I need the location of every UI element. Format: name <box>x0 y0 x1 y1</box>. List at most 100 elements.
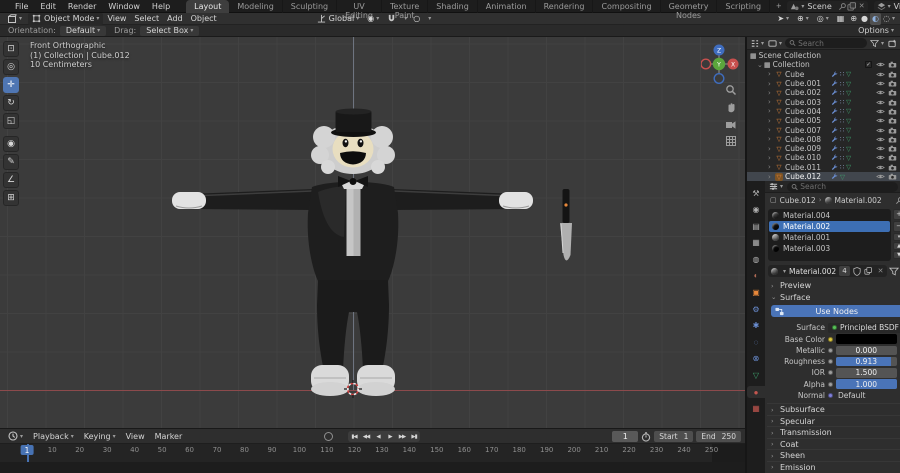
hide-eye-icon[interactable] <box>876 154 885 161</box>
properties-tab-material[interactable]: ● <box>747 386 765 399</box>
material-slot-Material.001[interactable]: Material.001 <box>769 232 890 243</box>
collapsed-panel-header[interactable]: › Emission <box>767 460 900 473</box>
mesh-data-icon[interactable]: ▽ <box>846 163 851 171</box>
properties-tab-modifiers[interactable]: ⚙ <box>747 303 765 315</box>
modifier-wrench-icon[interactable] <box>831 80 838 87</box>
properties-tab-object[interactable]: ▣ <box>747 287 765 299</box>
geometry-nodes-icon[interactable]: ∷ <box>840 135 844 143</box>
chevron-down-icon[interactable]: ▾ <box>801 3 804 10</box>
modifier-wrench-icon[interactable] <box>831 136 838 143</box>
outliner-editor-type-button[interactable]: ▾ <box>749 39 765 48</box>
auto-keyframe-toggle[interactable] <box>324 432 333 441</box>
user-count-button[interactable]: 4 <box>839 266 850 276</box>
modifier-wrench-icon[interactable] <box>831 127 838 134</box>
shading-rendered-button[interactable]: ◌ ▾ <box>881 13 897 25</box>
tool-button-tweak-select[interactable]: ⊡ <box>3 41 19 57</box>
disable-render-camera-icon[interactable] <box>888 117 897 124</box>
timeline-ruler[interactable]: 1 10 20 30 40 50 60 70 80 90 100 110 120 130 140 150 16… <box>0 444 745 462</box>
shader-selector[interactable]: Principled BSDF <box>828 323 900 333</box>
outliner-object-Cube.003[interactable]: › ▽ Cube.003 ∷ ▽ <box>747 97 900 107</box>
options-dropdown[interactable]: Options ▾ <box>858 26 894 35</box>
material-slot-Material.002[interactable]: Material.002 <box>769 221 890 232</box>
modifier-wrench-icon[interactable] <box>831 108 838 115</box>
outliner-object-Cube.007[interactable]: › ▽ Cube.007 ∷ ▽ <box>747 125 900 135</box>
disable-render-camera-icon[interactable] <box>888 108 897 115</box>
add-slot-button[interactable]: + <box>893 209 900 220</box>
menubar-item[interactable]: Render <box>62 2 102 11</box>
timeline-menu[interactable]: Keying ▾ <box>79 432 121 441</box>
remove-slot-button[interactable]: − <box>893 221 900 232</box>
tool-button-measure[interactable]: ∠ <box>3 172 19 188</box>
filter-button[interactable]: ▾ <box>869 39 885 48</box>
disable-render-camera-icon[interactable] <box>888 154 897 161</box>
timeline-menu[interactable]: Playback ▾ <box>28 432 79 441</box>
collection-row[interactable]: ⌄ ▦ Collection ✓ <box>747 60 900 69</box>
outliner-object-Cube[interactable]: › ▽ Cube ∷ ▽ <box>747 70 900 79</box>
collapsed-panel-header[interactable]: › Coat <box>767 437 900 450</box>
camera-view-button[interactable] <box>725 117 738 130</box>
mesh-data-icon[interactable]: ▽ <box>846 145 851 153</box>
mesh-data-icon[interactable]: ▽ <box>846 70 851 78</box>
value-field[interactable]: 1.500 <box>836 368 897 378</box>
transport-jump-to-end[interactable]: ▶▮ <box>408 431 420 442</box>
surface-panel-header[interactable]: ⌄ Surface <box>767 292 900 304</box>
geometry-nodes-icon[interactable]: ∷ <box>840 126 844 134</box>
mesh-data-icon[interactable]: ▽ <box>846 135 851 143</box>
disable-render-camera-icon[interactable] <box>888 61 897 68</box>
transport-jump-to-start[interactable]: ▮◀ <box>348 431 360 442</box>
use-nodes-button[interactable]: Use Nodes <box>771 305 900 317</box>
disable-render-camera-icon[interactable] <box>888 127 897 134</box>
properties-tab-physics[interactable]: ◌ <box>747 336 765 348</box>
hide-eye-icon[interactable] <box>876 108 885 115</box>
snap-toggle[interactable] <box>383 13 400 25</box>
transport-next-keyframe[interactable]: ▶▶ <box>396 431 408 442</box>
timeline-menu[interactable]: Marker <box>150 432 188 441</box>
disable-render-camera-icon[interactable] <box>888 80 897 87</box>
end-frame-field[interactable]: End 250 <box>696 431 741 442</box>
properties-tab-view-layer[interactable]: ▦ <box>747 237 765 249</box>
tool-button-cursor[interactable]: ◎ <box>3 59 19 75</box>
menubar-item[interactable]: Window <box>102 2 146 11</box>
workspace-tab[interactable]: Animation <box>478 0 536 13</box>
timeline-editor-type-button[interactable]: ▾ <box>3 431 28 441</box>
mesh-data-icon[interactable]: ▽ <box>840 173 845 181</box>
character-model[interactable] <box>172 108 533 397</box>
show-overlays-dropdown[interactable]: ◎ ▾ <box>813 13 833 25</box>
geometry-nodes-icon[interactable]: ∷ <box>840 145 844 153</box>
properties-tab-tool[interactable]: ⚒ <box>747 187 765 199</box>
hide-eye-icon[interactable] <box>876 136 885 143</box>
proportional-falloff-dropdown[interactable]: ▾ <box>424 13 433 25</box>
pivot-point-selector[interactable]: ◉ ▾ <box>363 13 383 25</box>
mesh-data-icon[interactable]: ▽ <box>846 98 851 106</box>
viewport-menu[interactable]: View <box>103 13 130 25</box>
slot-specials-button[interactable]: ▾ <box>893 233 900 241</box>
editor-type-button[interactable]: ▾ <box>3 13 26 25</box>
geometry-nodes-icon[interactable]: ∷ <box>840 89 844 97</box>
zoom-view-button[interactable] <box>725 83 738 96</box>
disable-render-camera-icon[interactable] <box>888 164 897 171</box>
collection-checkbox[interactable]: ✓ <box>865 61 872 69</box>
toggle-xray-button[interactable]: ▦ <box>833 13 849 25</box>
viewport-menu[interactable]: Object <box>187 13 221 25</box>
mesh-data-icon[interactable]: ▽ <box>846 126 851 134</box>
view-navigation-gizmo[interactable]: Z Y X <box>701 41 741 85</box>
hide-eye-icon[interactable] <box>876 173 885 180</box>
hide-eye-icon[interactable] <box>876 99 885 106</box>
outliner-object-Cube.010[interactable]: › ▽ Cube.010 ∷ ▽ <box>747 153 900 162</box>
outliner-object-Cube.001[interactable]: › ▽ Cube.001 ∷ ▽ <box>747 79 900 88</box>
breadcrumb-object[interactable]: Cube.012 <box>780 196 816 205</box>
timeline-menu[interactable]: View <box>121 432 150 441</box>
properties-tab-world[interactable]: ◐ <box>747 270 765 282</box>
new-scene-icon[interactable] <box>847 1 856 11</box>
disable-render-camera-icon[interactable] <box>888 145 897 152</box>
workspace-tab[interactable]: UV Editing <box>337 0 382 20</box>
start-frame-field[interactable]: Start 1 <box>654 431 694 442</box>
drag-setting-dropdown[interactable]: Select Box ▾ <box>140 25 200 36</box>
expand-arrow-icon[interactable]: › <box>768 163 775 171</box>
menubar-item[interactable]: Edit <box>34 2 62 11</box>
add-workspace-button[interactable]: + <box>770 1 787 11</box>
mesh-data-icon[interactable]: ▽ <box>846 154 851 162</box>
workspace-tab[interactable]: Sculpting <box>283 0 338 13</box>
hide-eye-icon[interactable] <box>876 117 885 124</box>
modifier-wrench-icon[interactable] <box>831 99 838 106</box>
